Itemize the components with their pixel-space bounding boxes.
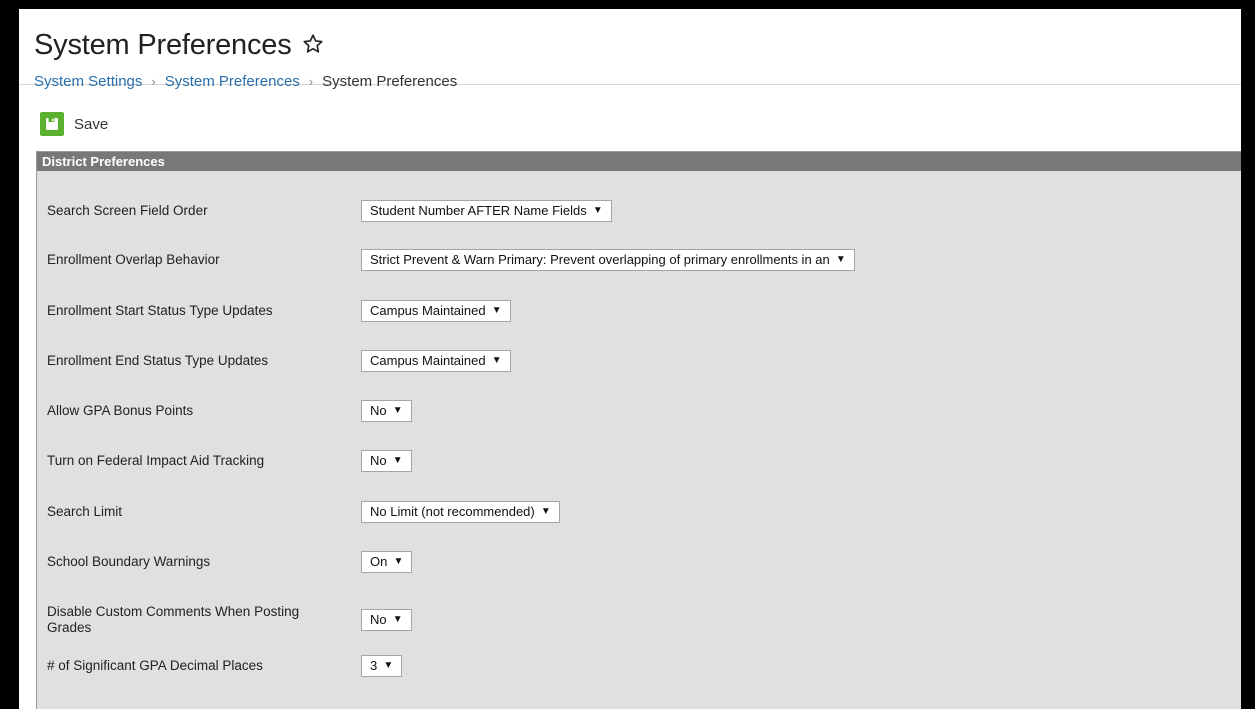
chevron-right-icon: › [151,74,156,89]
select-value: No [370,453,387,468]
pref-label: Search Screen Field Order [47,203,208,218]
caret-down-icon: ▼ [393,556,404,567]
pref-row-federal-impact-aid: Turn on Federal Impact Aid Tracking No ▼ [47,450,1227,472]
select-value: No Limit (not recommended) [370,504,535,519]
pref-label: Enrollment End Status Type Updates [47,353,269,368]
school-boundary-warnings-select[interactable]: On ▼ [361,551,413,573]
select-value: No [370,612,387,627]
pref-row-enrollment-end-status: Enrollment End Status Type Updates Campu… [47,350,1227,372]
save-button[interactable]: Save [74,116,108,133]
pref-row-gpa-decimal-places: # of Significant GPA Decimal Places 3 ▼ [47,655,1227,677]
breadcrumb-system-settings[interactable]: System Settings [34,73,142,90]
pref-label: Enrollment Overlap Behavior [47,252,220,267]
app-window: System Preferences System Settings › Sys… [19,9,1241,709]
pref-row-enrollment-overlap-behavior: Enrollment Overlap Behavior Strict Preve… [47,249,1227,271]
pref-label: Search Limit [47,504,123,519]
select-value: Strict Prevent & Warn Primary: Prevent o… [370,252,830,267]
federal-impact-aid-select[interactable]: No ▼ [361,450,412,472]
select-value: On [370,554,388,569]
pref-label: School Boundary Warnings [47,554,211,569]
select-value: Student Number AFTER Name Fields [370,203,587,218]
caret-down-icon: ▼ [383,660,394,671]
toolbar: Save [40,112,108,136]
district-preferences-panel: District Preferences Search Screen Field… [36,151,1241,709]
caret-down-icon: ▼ [491,305,502,316]
caret-down-icon: ▼ [392,614,403,625]
pref-label: Allow GPA Bonus Points [47,403,194,418]
title-row: System Preferences [34,25,1241,65]
allow-gpa-bonus-points-select[interactable]: No ▼ [361,400,412,422]
select-value: No [370,403,387,418]
pref-row-allow-gpa-bonus-points: Allow GPA Bonus Points No ▼ [47,400,1227,422]
enrollment-end-status-select[interactable]: Campus Maintained ▼ [361,350,511,372]
pref-row-school-boundary-warnings: School Boundary Warnings On ▼ [47,551,1227,573]
pref-row-search-screen-field-order: Search Screen Field Order Student Number… [47,200,1227,222]
caret-down-icon: ▼ [592,205,603,216]
save-icon[interactable] [40,112,64,136]
select-value: 3 [370,658,378,673]
caret-down-icon: ▼ [392,405,403,416]
pref-row-disable-custom-comments: Disable Custom Comments When Posting Gra… [47,604,1227,636]
pref-row-search-limit: Search Limit No Limit (not recommended) … [47,501,1227,523]
select-value: Campus Maintained [370,353,486,368]
breadcrumb-current: System Preferences [322,73,458,90]
caret-down-icon: ▼ [491,355,502,366]
favorite-star-icon[interactable] [302,33,324,60]
enrollment-overlap-behavior-select[interactable]: Strict Prevent & Warn Primary: Prevent o… [361,249,855,271]
search-screen-field-order-select[interactable]: Student Number AFTER Name Fields ▼ [361,200,612,222]
caret-down-icon: ▼ [540,506,551,517]
enrollment-start-status-select[interactable]: Campus Maintained ▼ [361,300,511,322]
chevron-right-icon: › [308,74,314,89]
gpa-decimal-places-select[interactable]: 3 ▼ [361,655,403,677]
pref-row-enrollment-start-status: Enrollment Start Status Type Updates Cam… [47,300,1227,322]
page-title: System Preferences [34,28,292,61]
breadcrumb-system-preferences[interactable]: System Preferences [165,73,300,90]
pref-label: Disable Custom Comments When Posting Gra… [47,604,300,635]
pref-label: Turn on Federal Impact Aid Tracking [47,453,265,468]
page-header: System Preferences System Settings › Sys… [19,9,1241,90]
panel-title: District Preferences [37,152,1241,171]
select-value: Campus Maintained [370,303,486,318]
caret-down-icon: ▼ [835,254,846,265]
pref-label: Enrollment Start Status Type Updates [47,303,273,318]
search-limit-select[interactable]: No Limit (not recommended) ▼ [361,501,560,523]
pref-label: # of Significant GPA Decimal Places [47,658,263,673]
caret-down-icon: ▼ [392,455,403,466]
disable-custom-comments-select[interactable]: No ▼ [361,609,412,631]
breadcrumb: System Settings › System Preferences › S… [34,73,1241,90]
